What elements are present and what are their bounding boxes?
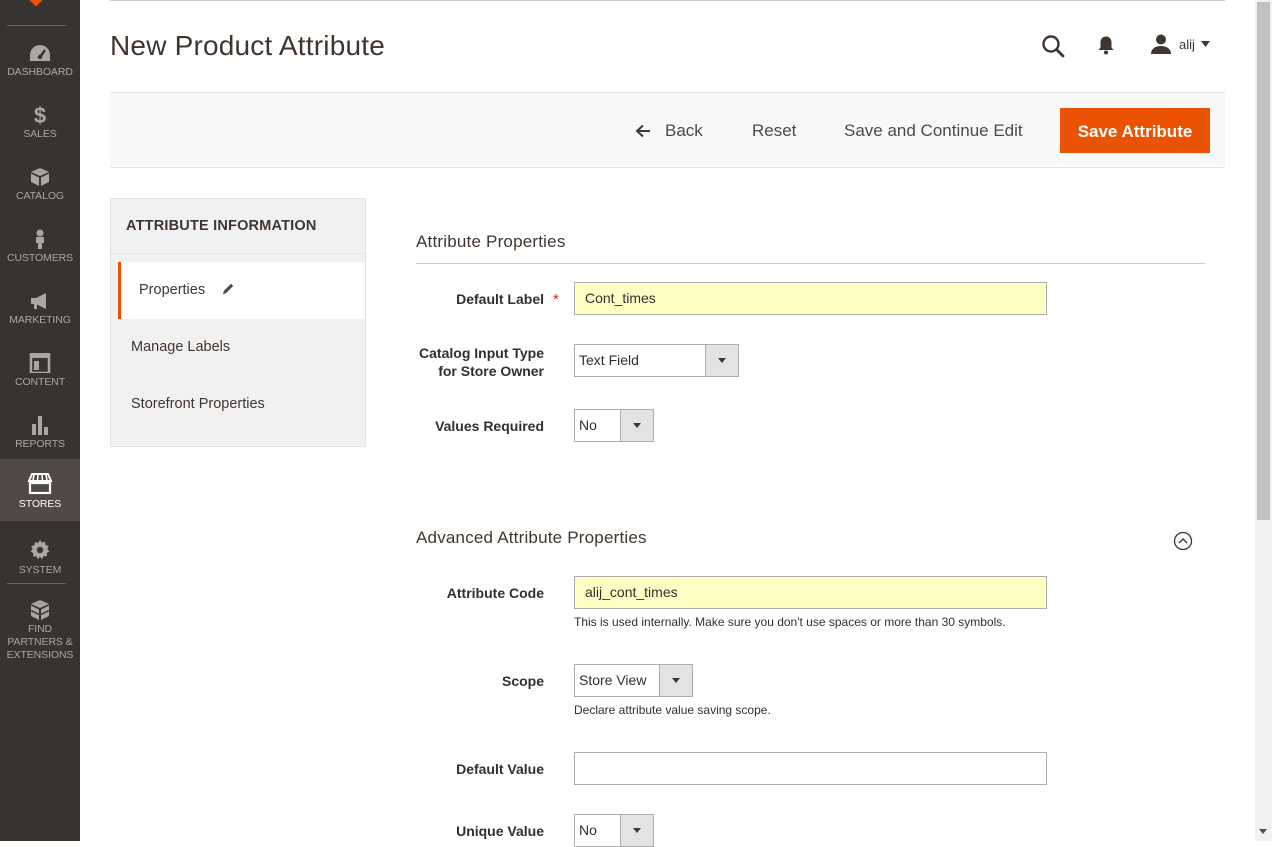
sidebar-item-label: SYSTEM [18, 564, 62, 576]
values-required-label: Values Required [435, 418, 544, 434]
dollar-icon: $ [34, 105, 46, 125]
sidebar-item-dashboard[interactable]: DASHBOARD [0, 37, 80, 99]
scope-label: Scope [501, 673, 544, 689]
search-icon[interactable] [1041, 34, 1065, 63]
header-top-rule [110, 0, 1225, 1]
attribute-information-tabs: ATTRIBUTE INFORMATION Properties Manage … [110, 198, 366, 447]
admin-username: alij [1179, 36, 1195, 52]
svg-text:$: $ [34, 105, 46, 125]
sidebar-item-label: CUSTOMERS [7, 252, 73, 264]
back-button[interactable]: Back [635, 108, 703, 153]
dashboard-icon [30, 45, 50, 61]
gear-icon [30, 539, 50, 560]
select-value: No [579, 822, 597, 838]
dropdown-arrow-icon [659, 665, 692, 696]
sidebar-divider [7, 25, 66, 26]
sidebar-item-stores[interactable]: STORES [0, 459, 80, 521]
sidebar-item-content[interactable]: CONTENT [0, 347, 80, 409]
save-and-continue-button[interactable]: Save and Continue Edit [844, 108, 1023, 153]
collapse-section-icon[interactable] [1173, 531, 1193, 556]
catalog-input-type-select[interactable]: Text Field [574, 344, 739, 377]
unique-value-label: Unique Value [456, 823, 544, 839]
scrollbar-thumb[interactable] [1257, 2, 1270, 520]
sidebar-item-sales[interactable]: $ SALES [0, 99, 80, 161]
select-value: Text Field [579, 352, 639, 368]
sidebar-item-catalog[interactable]: CATALOG [0, 161, 80, 223]
section-title-advanced-properties: Advanced Attribute Properties [416, 528, 647, 547]
save-attribute-button[interactable]: Save Attribute [1060, 108, 1210, 153]
section-title-attribute-properties: Attribute Properties [416, 232, 566, 251]
dropdown-arrow-icon [620, 815, 653, 846]
default-label-input[interactable]: Cont_times [574, 282, 1047, 315]
tab-label: Properties [139, 282, 206, 298]
layout-icon [29, 353, 51, 373]
sidebar-item-label: CONTENT [14, 376, 66, 388]
sidebar-divider [7, 583, 66, 584]
tab-properties[interactable]: Properties [118, 262, 365, 319]
tab-manage-labels[interactable]: Manage Labels [111, 319, 365, 376]
sidebar-item-label: STORES [18, 498, 62, 510]
magento-logo[interactable] [27, 0, 45, 7]
select-value: No [579, 417, 597, 433]
scroll-down-arrow-icon[interactable] [1259, 829, 1267, 834]
boxes-icon [30, 600, 50, 620]
sidebar-item-marketing[interactable]: MARKETING [0, 285, 80, 347]
page-title: New Product Attribute [110, 30, 385, 61]
notifications-bell-icon[interactable] [1097, 35, 1115, 60]
section-divider [416, 263, 1205, 264]
back-button-label: Back [665, 121, 703, 140]
sidebar-item-label: FIND PARTNERS & EXTENSIONS [6, 623, 74, 661]
sidebar-item-partners[interactable]: FIND PARTNERS & EXTENSIONS [0, 593, 80, 661]
default-value-label: Default Value [456, 761, 544, 777]
tab-storefront-properties[interactable]: Storefront Properties [111, 376, 365, 433]
sidebar-item-system[interactable]: SYSTEM [0, 533, 80, 595]
pencil-icon [223, 283, 234, 294]
default-value-input[interactable] [574, 752, 1047, 785]
sidebar-item-label: DASHBOARD [7, 66, 73, 78]
catalog-input-type-label: Catalog Input Type for Store Owner [419, 345, 544, 379]
sidebar-item-label: MARKETING [9, 314, 71, 326]
person-icon [36, 229, 44, 249]
chevron-down-icon [1200, 41, 1210, 47]
sidebar-item-customers[interactable]: CUSTOMERS [0, 223, 80, 285]
page-actions-bar: Back Reset Save and Continue Edit Save A… [110, 92, 1225, 168]
required-asterisk: * [553, 291, 559, 308]
dropdown-arrow-icon [620, 410, 653, 441]
storefront-icon [27, 473, 53, 495]
sidebar-item-label: REPORTS [15, 438, 65, 450]
bar-chart-icon [32, 416, 48, 435]
sidebar-item-label: SALES [23, 128, 57, 140]
admin-user-menu[interactable]: alij [1150, 33, 1210, 55]
scope-note: Declare attribute value saving scope. [574, 703, 771, 717]
megaphone-icon [31, 293, 46, 309]
reset-button[interactable]: Reset [752, 108, 796, 153]
scope-select[interactable]: Store View [574, 664, 693, 697]
values-required-select[interactable]: No [574, 409, 654, 442]
attribute-code-note: This is used internally. Make sure you d… [574, 615, 1006, 629]
dropdown-arrow-icon [705, 345, 738, 376]
sidebar-item-label: CATALOG [16, 190, 64, 202]
attribute-code-label: Attribute Code [446, 585, 544, 601]
default-label-label: Default Label [456, 291, 544, 307]
tabs-title: ATTRIBUTE INFORMATION [126, 218, 317, 234]
cube-icon [31, 168, 49, 186]
select-value: Store View [579, 672, 647, 688]
arrow-left-icon [635, 124, 650, 137]
user-icon [1151, 34, 1171, 54]
page-scrollbar[interactable] [1255, 0, 1272, 841]
attribute-code-input[interactable]: alij_cont_times [574, 576, 1047, 609]
admin-sidebar: DASHBOARD $ SALES CATALOG CUSTOMERS MARK… [0, 0, 80, 841]
tabs-divider [111, 253, 365, 254]
unique-value-select[interactable]: No [574, 814, 654, 847]
